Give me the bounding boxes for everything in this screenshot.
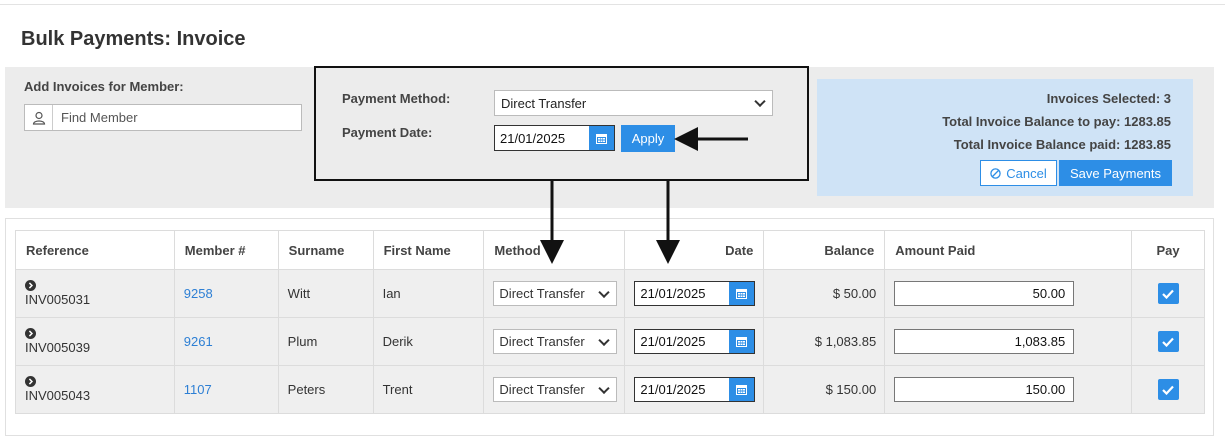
invoice-table-container: Reference Member # Surname First Name Me… — [5, 218, 1214, 436]
row-date-value: 21/01/2025 — [640, 286, 706, 301]
chevron-circle-right-icon[interactable] — [25, 280, 36, 291]
reference-cell: INV005031 — [15, 269, 175, 318]
chevron-down-icon — [598, 334, 611, 346]
surname-cell: Peters — [277, 365, 374, 414]
first-name-cell: Ian — [372, 269, 485, 318]
row-date-input[interactable]: 21/01/2025 — [634, 377, 756, 402]
reference-value: INV005039 — [25, 340, 91, 355]
find-member-input[interactable] — [53, 105, 301, 130]
total-balance-to-pay: Total Invoice Balance to pay: 1283.85 — [942, 114, 1171, 129]
table-header-row: Reference Member # Surname First Name Me… — [15, 230, 1205, 270]
payment-date-value: 21/01/2025 — [500, 130, 566, 146]
reference-value: INV005043 — [25, 388, 91, 403]
check-icon — [1162, 385, 1174, 395]
check-icon — [1162, 337, 1174, 347]
payment-method-value: Direct Transfer — [501, 95, 587, 111]
amount-paid-input[interactable]: 1,083.85 — [894, 329, 1075, 354]
row-date-input[interactable]: 21/01/2025 — [634, 329, 756, 354]
row-method-value: Direct Transfer — [499, 286, 585, 301]
amount-paid-input[interactable]: 50.00 — [894, 281, 1075, 306]
pay-checkbox[interactable] — [1157, 379, 1179, 400]
table-row: INV005031 9258 Witt Ian Direct Transfer … — [15, 269, 1205, 318]
row-method-value: Direct Transfer — [499, 382, 585, 397]
table-row: INV005043 1107 Peters Trent Direct Trans… — [15, 365, 1205, 414]
pay-checkbox[interactable] — [1157, 331, 1179, 352]
surname-cell: Witt — [277, 269, 374, 318]
row-method-select[interactable]: Direct Transfer — [493, 329, 618, 354]
member-link[interactable]: 9261 — [184, 334, 213, 349]
chevron-down-icon — [598, 382, 611, 394]
chevron-circle-right-icon[interactable] — [25, 376, 36, 387]
reference-cell: INV005043 — [15, 365, 175, 414]
table-row: INV005039 9261 Plum Derik Direct Transfe… — [15, 317, 1205, 366]
cancel-label: Cancel — [1006, 165, 1047, 181]
row-method-select[interactable]: Direct Transfer — [493, 377, 618, 402]
surname-cell: Plum — [277, 317, 374, 366]
apply-button[interactable]: Apply — [621, 125, 675, 152]
col-amount-paid[interactable]: Amount Paid — [884, 230, 1133, 270]
payment-method-label: Payment Method: — [342, 91, 451, 106]
ban-icon — [990, 167, 1001, 179]
balance-cell: $ 50.00 — [763, 269, 886, 318]
page-title: Bulk Payments: Invoice — [21, 28, 246, 50]
calendar-icon[interactable] — [729, 378, 755, 401]
add-invoices-label: Add Invoices for Member: — [24, 79, 184, 94]
row-method-value: Direct Transfer — [499, 334, 585, 349]
col-member[interactable]: Member # — [173, 230, 279, 270]
col-pay[interactable]: Pay — [1131, 230, 1205, 270]
payment-settings-highlight — [314, 66, 809, 181]
invoices-selected: Invoices Selected: 3 — [1046, 91, 1171, 106]
balance-cell: $ 150.00 — [763, 365, 886, 414]
amount-paid-input[interactable]: 150.00 — [894, 377, 1075, 402]
col-surname[interactable]: Surname — [277, 230, 374, 270]
member-search[interactable] — [24, 104, 302, 131]
reference-cell: INV005039 — [15, 317, 175, 366]
chevron-circle-right-icon[interactable] — [25, 328, 36, 339]
col-method[interactable]: Method — [483, 230, 626, 270]
cancel-button[interactable]: Cancel — [980, 160, 1057, 186]
payment-date-input[interactable]: 21/01/2025 — [494, 125, 615, 151]
col-date[interactable]: Date — [624, 230, 765, 270]
first-name-cell: Trent — [372, 365, 485, 414]
member-link[interactable]: 9258 — [184, 286, 213, 301]
chevron-down-icon — [598, 286, 611, 298]
col-balance[interactable]: Balance — [763, 230, 886, 270]
calendar-icon[interactable] — [589, 126, 614, 150]
user-icon — [25, 105, 53, 130]
calendar-icon[interactable] — [729, 330, 755, 353]
member-link[interactable]: 1107 — [184, 382, 212, 397]
total-balance-paid: Total Invoice Balance paid: 1283.85 — [953, 137, 1171, 152]
row-date-value: 21/01/2025 — [640, 334, 706, 349]
row-date-value: 21/01/2025 — [640, 382, 706, 397]
calendar-icon[interactable] — [729, 282, 755, 305]
invoice-table: Reference Member # Surname First Name Me… — [15, 230, 1205, 414]
chevron-down-icon — [754, 95, 766, 108]
row-date-input[interactable]: 21/01/2025 — [634, 281, 756, 306]
col-first-name[interactable]: First Name — [372, 230, 485, 270]
payment-method-select[interactable]: Direct Transfer — [494, 90, 773, 116]
col-reference[interactable]: Reference — [15, 230, 175, 270]
top-divider — [0, 0, 1225, 5]
save-payments-button[interactable]: Save Payments — [1059, 160, 1172, 186]
balance-cell: $ 1,083.85 — [763, 317, 886, 366]
reference-value: INV005031 — [25, 292, 91, 307]
pay-checkbox[interactable] — [1157, 283, 1179, 304]
payment-date-label: Payment Date: — [342, 125, 433, 140]
row-method-select[interactable]: Direct Transfer — [493, 281, 618, 306]
first-name-cell: Derik — [372, 317, 485, 366]
check-icon — [1162, 289, 1174, 299]
